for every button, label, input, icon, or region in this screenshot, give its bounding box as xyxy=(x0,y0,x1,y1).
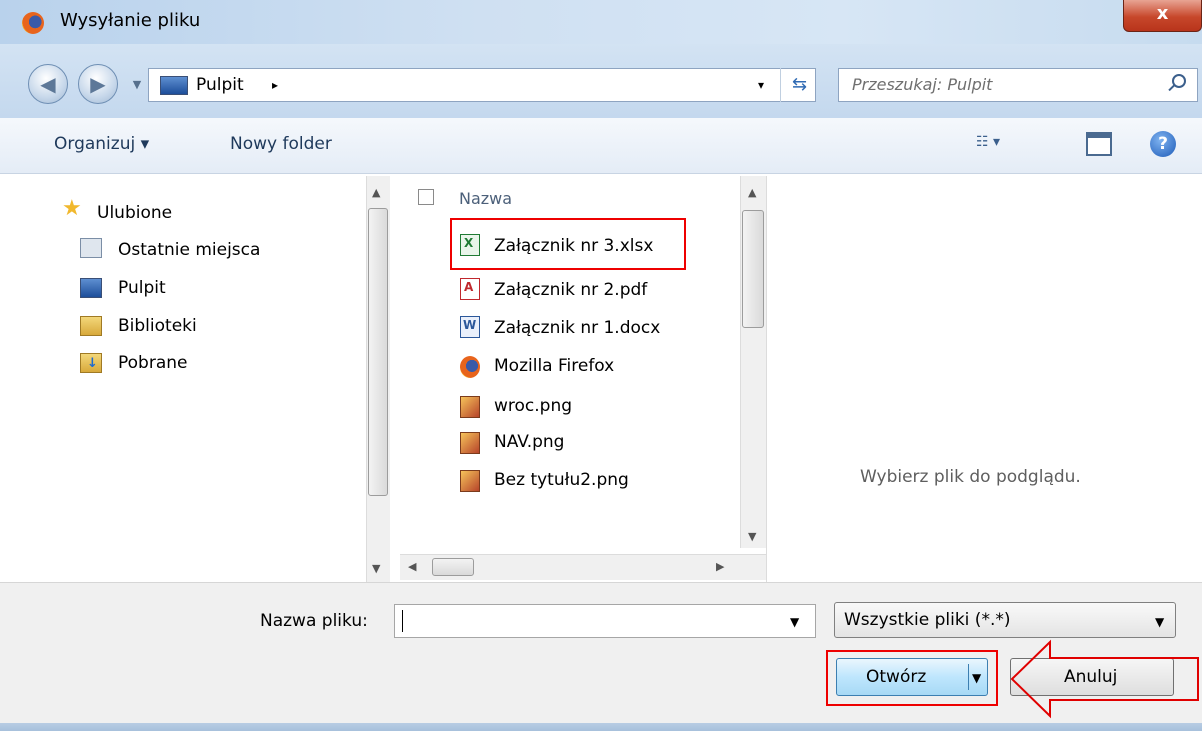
libraries-icon xyxy=(80,316,102,336)
filename-input[interactable] xyxy=(394,604,816,638)
nav-item-desktop[interactable]: Pulpit xyxy=(118,278,166,298)
scroll-right-icon[interactable]: ▶ xyxy=(716,560,724,573)
text-cursor xyxy=(402,610,403,632)
breadcrumb-location[interactable]: Pulpit xyxy=(196,75,244,95)
image-file-icon xyxy=(460,432,480,454)
select-all-checkbox[interactable] xyxy=(418,189,434,205)
back-button[interactable]: ◀ xyxy=(28,64,68,104)
file-item[interactable]: wroc.png xyxy=(494,396,572,416)
scroll-left-icon[interactable]: ◀ xyxy=(408,560,416,573)
annotation-arrow-icon xyxy=(1010,639,1199,719)
pdf-file-icon: A xyxy=(460,278,480,300)
chevron-down-icon[interactable]: ▼ xyxy=(1155,615,1164,629)
word-file-icon: W xyxy=(460,316,480,338)
nav-item-downloads[interactable]: Pobrane xyxy=(118,353,187,373)
recent-places-icon xyxy=(80,238,102,258)
annotation-highlight-open xyxy=(826,650,998,706)
desktop-icon xyxy=(80,278,102,298)
file-item[interactable]: Bez tytułu2.png xyxy=(494,470,629,490)
nav-item-recent-places[interactable]: Ostatnie miejsca xyxy=(118,240,260,260)
file-list-hscroll-thumb[interactable] xyxy=(432,558,474,576)
chevron-down-icon[interactable]: ▼ xyxy=(790,615,799,629)
image-file-icon xyxy=(460,470,480,492)
window-frame-bottom xyxy=(0,723,1202,731)
file-list-scroll-thumb[interactable] xyxy=(742,210,764,328)
preview-message: Wybierz plik do podglądu. xyxy=(860,467,1081,487)
organize-button[interactable]: Organizuj ▾ xyxy=(54,134,149,154)
chevron-down-icon: ▼ xyxy=(132,78,142,91)
image-file-icon xyxy=(460,396,480,418)
address-bar[interactable] xyxy=(148,68,816,102)
file-item[interactable]: Załącznik nr 1.docx xyxy=(494,318,660,338)
filename-label: Nazwa pliku: xyxy=(260,611,368,631)
file-type-value[interactable]: Wszystkie pliki (*.*) xyxy=(844,610,1010,630)
file-item[interactable]: Mozilla Firefox xyxy=(494,356,614,376)
file-item[interactable]: NAV.png xyxy=(494,432,564,452)
preview-pane xyxy=(766,176,1202,582)
scroll-up-icon[interactable]: ▲ xyxy=(748,186,756,199)
downloads-icon: ↓ xyxy=(80,353,102,373)
forward-button[interactable]: ▶ xyxy=(78,64,118,104)
help-button[interactable]: ? xyxy=(1150,131,1176,157)
address-dropdown-icon[interactable]: ▾ xyxy=(758,78,764,92)
search-placeholder: Przeszukaj: Pulpit xyxy=(852,75,993,94)
firefox-icon xyxy=(22,12,44,34)
back-arrow-icon: ◀ xyxy=(40,72,56,96)
star-icon: ★ xyxy=(62,196,82,221)
refresh-icon: ⇆ xyxy=(791,74,808,95)
scroll-down-icon[interactable]: ▼ xyxy=(748,530,756,543)
preview-pane-icon[interactable] xyxy=(1086,132,1112,156)
column-header-name[interactable]: Nazwa xyxy=(459,189,512,208)
breadcrumb-chevron-icon[interactable]: ▸ xyxy=(272,78,278,92)
annotation-highlight-file xyxy=(450,218,686,270)
scroll-up-icon[interactable]: ▲ xyxy=(372,186,380,199)
firefox-shortcut-icon xyxy=(460,356,480,378)
nav-item-favorites[interactable]: Ulubione xyxy=(97,203,172,223)
nav-item-libraries[interactable]: Biblioteki xyxy=(118,316,197,336)
search-icon[interactable] xyxy=(1172,74,1186,88)
desktop-icon xyxy=(160,76,188,95)
recent-locations-button[interactable]: ▼ xyxy=(128,72,146,98)
nav-scroll-thumb[interactable] xyxy=(368,208,388,496)
window-title: Wysyłanie pliku xyxy=(60,10,201,31)
new-folder-button[interactable]: Nowy folder xyxy=(230,134,332,154)
refresh-button[interactable]: ⇆ xyxy=(780,68,818,102)
forward-arrow-icon: ▶ xyxy=(90,72,106,96)
close-button[interactable]: x xyxy=(1123,0,1202,32)
scroll-down-icon[interactable]: ▼ xyxy=(372,562,380,575)
file-item[interactable]: Załącznik nr 2.pdf xyxy=(494,280,647,300)
change-view-button[interactable]: ☷ ▾ xyxy=(976,134,1056,158)
